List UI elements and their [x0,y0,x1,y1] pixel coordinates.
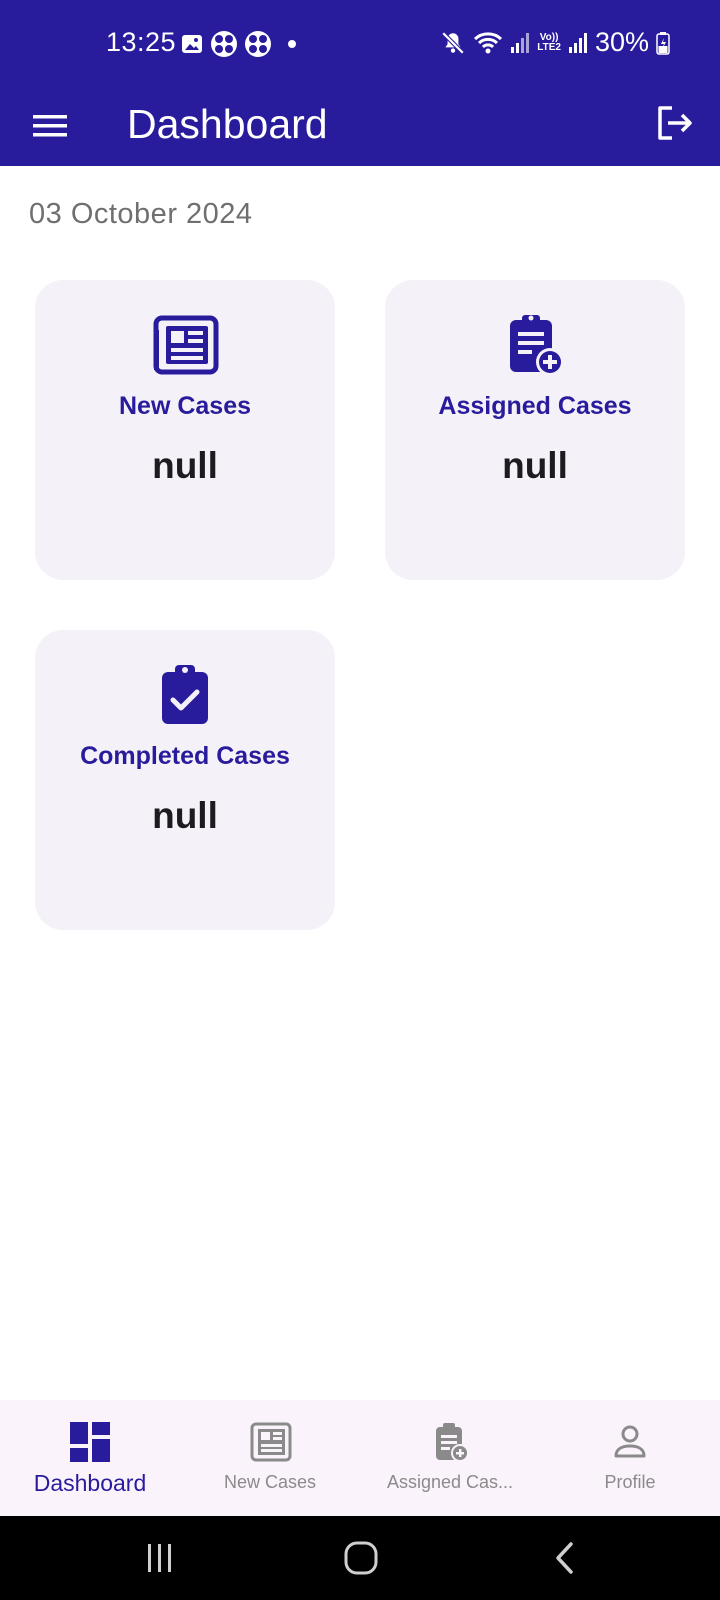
system-navigation-bar [0,1516,720,1600]
clipboard-check-icon [162,665,208,724]
nav-item-assigned-cases[interactable]: Assigned Cas... [360,1400,540,1516]
recents-icon [148,1544,171,1572]
newspaper-icon [250,1422,292,1462]
card-completed-cases[interactable]: Completed Cases null [35,630,335,930]
back-icon [556,1542,573,1574]
card-assigned-cases[interactable]: Assigned Cases null [385,280,685,580]
card-count: null [502,445,568,486]
battery-charging-icon [656,31,670,55]
bottom-navigation: Dashboard New Cases Assigned Cas... Prof… [0,1400,720,1516]
nav-label: Dashboard [33,1470,147,1496]
clipboard-add-icon [510,315,564,376]
menu-button[interactable] [30,106,70,146]
back-button[interactable] [545,1538,585,1578]
nav-item-new-cases[interactable]: New Cases [180,1400,360,1516]
lte-badge-top: Vo)) [539,31,559,43]
dot-icon [288,40,296,48]
card-title: Assigned Cases [438,392,632,420]
newspaper-icon [153,315,219,375]
battery-percentage: 30% [594,27,649,57]
signal-icon [511,32,530,53]
nav-label: Profile [604,1472,656,1492]
mute-icon [441,31,465,54]
nav-item-profile[interactable]: Profile [540,1400,720,1516]
logout-button[interactable] [652,100,698,146]
wifi-icon [474,31,503,53]
status-time: 13:25 [106,27,177,57]
menu-icon [33,115,67,137]
recents-button[interactable] [140,1538,180,1578]
status-notification-icons [180,30,302,58]
card-title: New Cases [118,392,252,420]
logout-icon [658,106,692,140]
home-button[interactable] [341,1538,381,1578]
home-icon [344,1541,378,1575]
nav-item-dashboard[interactable]: Dashboard [0,1400,180,1516]
app-bar: Dashboard [0,86,720,166]
card-new-cases[interactable]: New Cases null [35,280,335,580]
image-icon [182,35,202,53]
dashboard-icon [70,1422,110,1462]
card-count: null [152,445,218,486]
clipboard-add-icon [436,1423,469,1462]
signal-icon [568,32,587,53]
pinwheel-icon [245,31,271,57]
current-date: 03 October 2024 [29,198,253,230]
status-bar: 13:25 Vo)) LTE2 30% [0,0,720,86]
person-icon [614,1425,646,1458]
status-system-icons: Vo)) LTE2 30% [440,27,670,58]
pinwheel-icon [211,31,237,57]
lte-badge-bottom: LTE2 [537,41,561,53]
card-count: null [152,795,218,836]
card-title: Completed Cases [80,742,290,770]
lte-badge: Vo)) LTE2 [537,31,561,53]
nav-label: Assigned Cas... [386,1472,514,1492]
nav-label: New Cases [223,1472,317,1492]
page-title: Dashboard [127,101,328,147]
